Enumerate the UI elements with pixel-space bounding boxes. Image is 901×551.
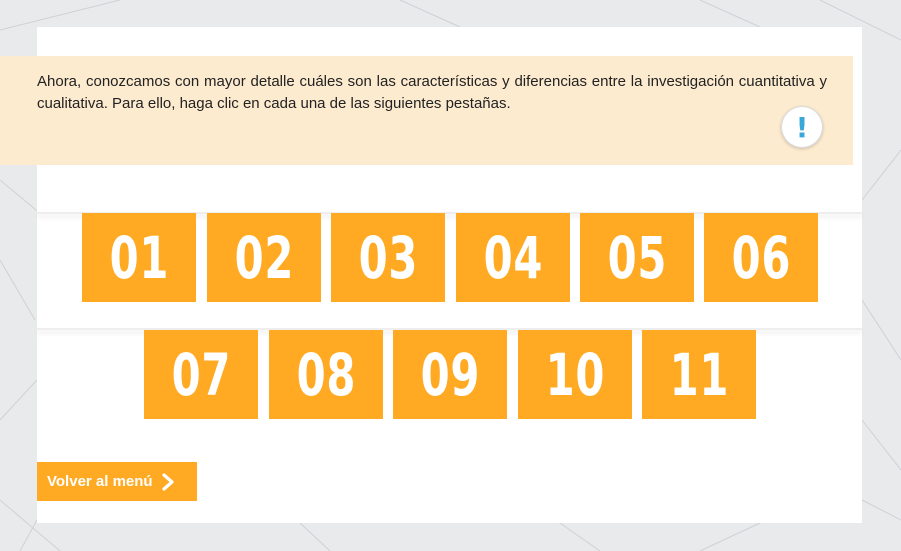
tab-05[interactable]: 05 (580, 213, 694, 302)
chevron-right-icon (161, 472, 174, 491)
tab-label: 06 (731, 223, 791, 292)
tab-08[interactable]: 08 (269, 330, 383, 419)
tab-10[interactable]: 10 (518, 330, 632, 419)
tab-label: 08 (296, 340, 356, 409)
tab-label: 09 (420, 340, 480, 409)
back-to-menu-button[interactable]: Volver al menú (37, 462, 197, 501)
tab-02[interactable]: 02 (207, 213, 321, 302)
tab-label: 02 (234, 223, 294, 292)
exclamation-icon[interactable]: ! (781, 106, 823, 148)
tab-label: 01 (109, 223, 169, 292)
tab-label: 03 (358, 223, 418, 292)
tab-label: 11 (669, 340, 729, 409)
tab-01[interactable]: 01 (82, 213, 196, 302)
tab-label: 10 (545, 340, 605, 409)
tab-03[interactable]: 03 (331, 213, 445, 302)
tab-07[interactable]: 07 (144, 330, 258, 419)
tab-11[interactable]: 11 (642, 330, 756, 419)
tab-label: 04 (483, 223, 543, 292)
back-to-menu-label: Volver al menú (47, 473, 153, 490)
tab-06[interactable]: 06 (704, 213, 818, 302)
tab-09[interactable]: 09 (393, 330, 507, 419)
intro-text: Ahora, conozcamos con mayor detalle cuál… (37, 73, 827, 112)
tab-label: 07 (171, 340, 231, 409)
tab-label: 05 (607, 223, 667, 292)
tab-04[interactable]: 04 (456, 213, 570, 302)
